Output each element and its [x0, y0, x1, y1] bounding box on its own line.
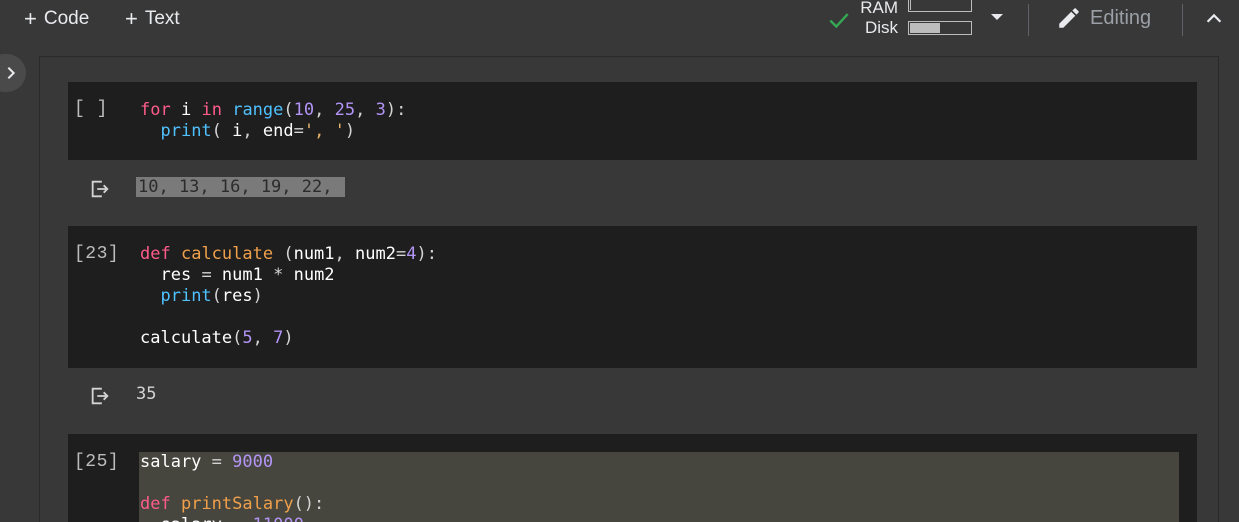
- plus-icon: +: [125, 6, 138, 31]
- add-code-button[interactable]: + Code: [24, 6, 89, 32]
- execution-count[interactable]: [23]: [74, 244, 119, 264]
- divider: [1182, 4, 1183, 36]
- execution-count[interactable]: [ ]: [74, 99, 108, 119]
- cell-output: [68, 372, 1197, 418]
- add-text-label: Text: [144, 8, 180, 29]
- disk-meter[interactable]: [908, 21, 972, 35]
- output-text: 10, 13, 16, 19, 22,: [136, 177, 345, 197]
- chevron-up-icon[interactable]: [1203, 8, 1225, 30]
- chevron-down-icon[interactable]: [991, 14, 1003, 20]
- output-text: 35: [136, 384, 157, 404]
- editing-mode-button[interactable]: Editing: [1056, 4, 1151, 32]
- disk-meter-fill: [910, 23, 940, 33]
- ram-label: RAM: [860, 0, 898, 17]
- side-panel-toggle[interactable]: [0, 54, 26, 92]
- ram-meter[interactable]: [908, 0, 972, 12]
- code-editor[interactable]: salary = 9000 def printSalary(): salary …: [140, 452, 324, 522]
- editing-label: Editing: [1090, 6, 1152, 29]
- code-editor[interactable]: for i in range(10, 25, 3): print( i, end…: [140, 100, 406, 142]
- add-code-label: Code: [43, 8, 90, 29]
- output-icon[interactable]: [89, 385, 111, 407]
- disk-label: Disk: [864, 18, 898, 37]
- plus-icon: +: [24, 6, 37, 31]
- code-editor[interactable]: def calculate (num1, num2=4): res = num1…: [140, 244, 437, 349]
- resource-labels[interactable]: RAM Disk: [858, 0, 898, 38]
- ram-meter-fill: [910, 0, 912, 10]
- add-text-button[interactable]: + Text: [125, 6, 180, 32]
- execution-count[interactable]: [25]: [74, 452, 119, 472]
- toolbar: + Code + Text RAM Disk Editing: [0, 0, 1239, 44]
- chevron-right-icon: [7, 66, 16, 80]
- divider: [1028, 4, 1029, 36]
- check-icon: [829, 13, 849, 29]
- pencil-icon: [1059, 8, 1079, 28]
- output-icon[interactable]: [89, 178, 111, 200]
